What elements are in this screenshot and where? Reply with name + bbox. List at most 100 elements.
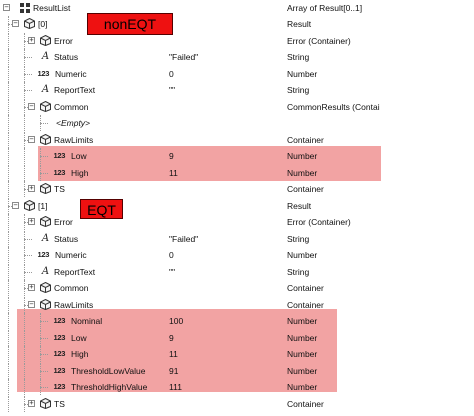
row-name: [0]	[38, 19, 48, 29]
row-type: Number	[287, 349, 318, 359]
row-name: <Empty>	[56, 118, 91, 128]
row-name: Nominal	[71, 316, 103, 326]
noneqt-tag: nonEQT	[87, 13, 173, 35]
number-icon: 123	[53, 151, 66, 160]
tree-row[interactable]: A ReportText "" String	[0, 82, 474, 98]
row-type: Number	[287, 250, 318, 260]
row-type: String	[287, 233, 310, 244]
container-icon	[40, 397, 51, 409]
expand-icon[interactable]: +	[28, 399, 35, 407]
number-icon: 123	[37, 250, 50, 259]
collapse-icon[interactable]: −	[28, 300, 35, 308]
row-type: Number	[287, 316, 318, 326]
tree-row[interactable]: 123 Low 9 Number	[0, 329, 474, 346]
tree-row[interactable]: + Error Error (Container)	[0, 214, 474, 230]
tree-row[interactable]: 123 High 11 Number	[0, 164, 474, 181]
row-type: Number	[287, 332, 318, 343]
tree-row[interactable]: + Error Error (Container)	[0, 32, 474, 49]
row-name: Error	[54, 217, 73, 227]
row-name: High	[71, 167, 89, 178]
grid-icon	[19, 2, 30, 13]
tree-row[interactable]: + TS Container	[0, 395, 474, 412]
string-icon: A	[41, 232, 50, 244]
row-name: High	[71, 349, 89, 359]
tree-row[interactable]: − [0] Result	[0, 16, 474, 32]
tree-row[interactable]: <Empty>	[0, 115, 474, 131]
row-type: Result	[287, 19, 312, 29]
collapse-icon[interactable]: −	[28, 102, 35, 110]
header-row[interactable]: − ResultList Array of Result[0..1]	[0, 0, 474, 16]
row-type: Number	[287, 151, 318, 161]
container-icon	[40, 183, 51, 194]
row-name: Numeric	[55, 250, 87, 260]
row-value[interactable]: 9	[169, 151, 174, 161]
tree-row[interactable]: A ReportText "" String	[0, 263, 474, 280]
tree-row[interactable]: − RawLimits Container	[0, 296, 474, 313]
row-type: String	[287, 85, 310, 95]
row-type: Container	[287, 184, 324, 194]
row-value[interactable]: 11	[169, 168, 178, 178]
row-value[interactable]: 111	[169, 382, 182, 392]
row-value[interactable]: 0	[169, 250, 174, 260]
row-name: Status	[54, 52, 79, 62]
row-value[interactable]: "Failed"	[169, 234, 198, 244]
tree-row[interactable]: − Common CommonResults (Contai	[0, 98, 474, 115]
row-name: Error	[54, 35, 73, 46]
collapse-icon[interactable]: −	[28, 135, 35, 143]
tree-row[interactable]: A Status "Failed" String	[0, 49, 474, 65]
row-value[interactable]: ""	[169, 267, 175, 277]
row-value[interactable]: 0	[169, 69, 174, 79]
row-type: Container	[287, 283, 324, 293]
container-icon	[40, 133, 51, 145]
tree-row[interactable]: − RawLimits Container	[0, 131, 474, 148]
row-value[interactable]: ""	[169, 85, 175, 95]
row-type: Number	[287, 382, 318, 392]
container-icon	[40, 34, 51, 46]
tree-row[interactable]: A Status "Failed" String	[0, 230, 474, 247]
string-icon: A	[41, 265, 50, 277]
result-icon	[24, 18, 35, 29]
tree-row[interactable]: 123 ThresholdLowValue 91 Number	[0, 362, 474, 379]
row-value[interactable]: 91	[169, 366, 178, 376]
row-value[interactable]: 9	[169, 333, 174, 343]
expand-icon[interactable]: +	[28, 36, 35, 44]
row-type: Container	[287, 299, 324, 310]
row-name: ThresholdLowValue	[71, 365, 146, 376]
container-icon	[40, 282, 51, 293]
column-name-label: ResultList	[33, 3, 71, 13]
row-name: TS	[54, 184, 65, 194]
tree-row[interactable]: + TS Container	[0, 181, 474, 197]
expand-icon[interactable]: +	[28, 218, 35, 225]
tree-row[interactable]: 123 Numeric 0 Number	[0, 65, 474, 82]
tree-row[interactable]: 123 High 11 Number	[0, 346, 474, 362]
tree-row[interactable]: − [1] Result	[0, 197, 474, 214]
row-value[interactable]: 11	[169, 349, 178, 359]
collapse-icon[interactable]: −	[12, 201, 19, 209]
eqt-tag: EQT	[80, 199, 123, 219]
tree-row[interactable]: 123 Low 9 Number	[0, 148, 474, 164]
row-name: RawLimits	[54, 299, 94, 310]
string-icon: A	[41, 84, 50, 95]
row-value[interactable]: 100	[169, 316, 183, 326]
result-icon	[24, 199, 35, 211]
row-name: TS	[54, 398, 65, 409]
row-name: RawLimits	[54, 134, 94, 145]
row-type: Error (Container)	[287, 217, 351, 227]
row-type: Container	[287, 134, 324, 145]
collapse-icon[interactable]: −	[12, 20, 19, 27]
row-name: Low	[71, 332, 87, 343]
row-name: Status	[54, 233, 79, 244]
row-name: Common	[54, 101, 89, 112]
tree-row[interactable]: 123 Nominal 100 Number	[0, 313, 474, 329]
tree-row[interactable]: + Common Container	[0, 280, 474, 296]
row-value[interactable]: "Failed"	[169, 52, 198, 62]
column-type-label: Array of Result[0..1]	[287, 3, 363, 13]
row-name: ThresholdHighValue	[71, 382, 148, 392]
tree-row[interactable]: 123 ThresholdHighValue 111 Number	[0, 379, 474, 395]
expand-icon[interactable]: +	[28, 284, 35, 291]
container-icon	[40, 298, 51, 310]
collapse-icon[interactable]: −	[3, 4, 10, 11]
tree-row[interactable]: 123 Numeric 0 Number	[0, 247, 474, 263]
number-icon: 123	[53, 382, 66, 391]
expand-icon[interactable]: +	[28, 185, 35, 192]
